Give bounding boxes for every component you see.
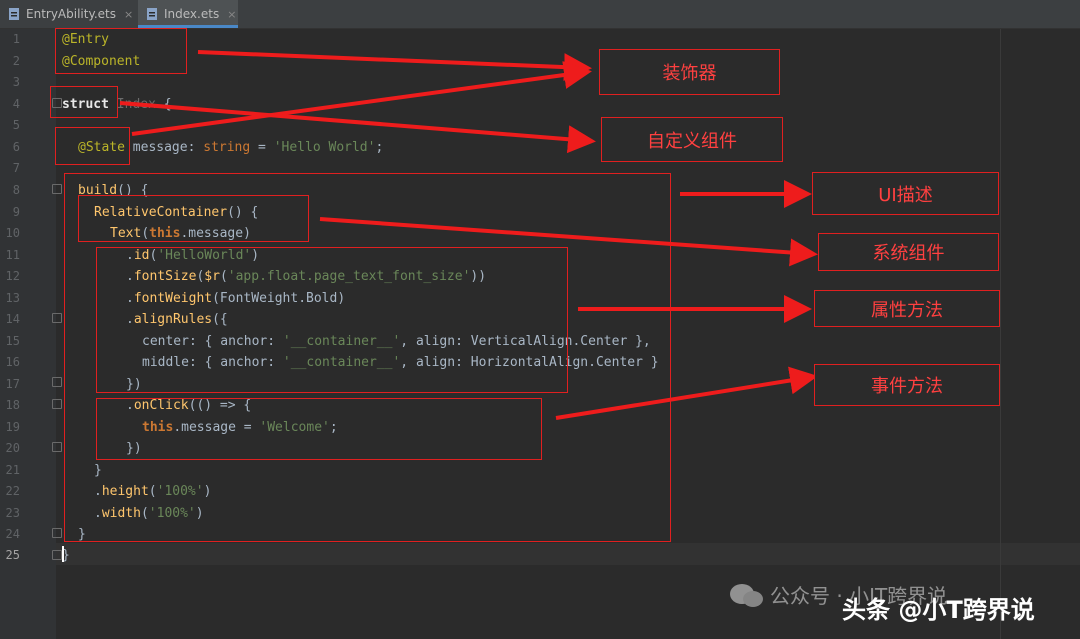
arrow-decorator-2 — [131, 61, 592, 136]
arrow-system-component — [319, 217, 818, 267]
label-attribute-method: 属性方法 — [814, 290, 1000, 327]
arrow-event-method — [555, 366, 818, 420]
label-ui-description: UI描述 — [812, 172, 999, 215]
label-event-method: 事件方法 — [814, 364, 1000, 406]
label-system-component: 系统组件 — [818, 233, 999, 271]
wechat-icon — [730, 584, 763, 607]
label-custom-component: 自定义组件 — [601, 117, 783, 162]
label-decorator: 装饰器 — [599, 49, 780, 95]
arrow-decorator-1 — [197, 50, 592, 82]
toutiao-watermark: 头条 @小T跨界说 — [842, 596, 1035, 624]
arrow-custom-component — [119, 101, 596, 154]
